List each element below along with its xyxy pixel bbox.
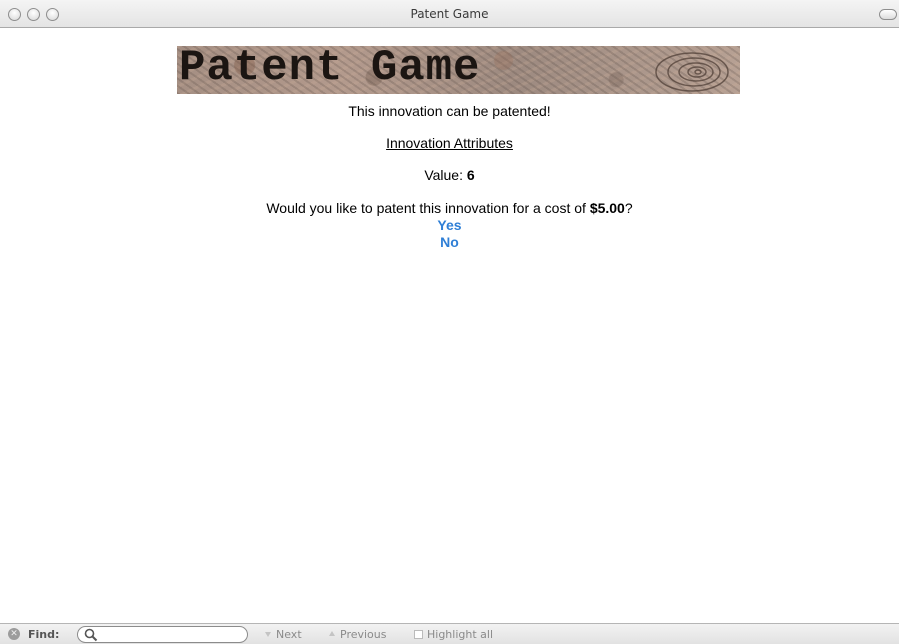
question-prefix: Would you like to patent this innovation… xyxy=(266,200,590,216)
spiral-decoration-icon xyxy=(655,52,729,92)
highlight-all-toggle[interactable]: Highlight all xyxy=(414,628,493,641)
no-link[interactable]: No xyxy=(0,234,899,250)
find-next-label: Next xyxy=(276,628,302,641)
value-number: 6 xyxy=(466,167,475,183)
find-previous-label: Previous xyxy=(340,628,387,641)
banner-title: Patent Game xyxy=(179,46,481,93)
close-find-bar-icon[interactable]: ✕ xyxy=(8,628,20,640)
arrow-up-icon xyxy=(329,631,335,636)
page-content: Patent Game This innovation can be paten… xyxy=(0,29,899,622)
patent-question: Would you like to patent this innovation… xyxy=(0,200,899,216)
find-previous-button[interactable]: Previous xyxy=(327,628,387,641)
cost-value: $5.00 xyxy=(589,200,625,216)
window-titlebar: Patent Game xyxy=(0,0,899,28)
window-title: Patent Game xyxy=(410,7,489,21)
value-line: Value: 6 xyxy=(0,167,899,183)
arrow-down-icon xyxy=(265,632,271,637)
banner-image: Patent Game xyxy=(177,46,740,94)
find-label: Find: xyxy=(28,628,60,641)
search-icon xyxy=(84,628,98,642)
yes-link[interactable]: Yes xyxy=(0,217,899,233)
find-bar: ✕ Find: Next Previous Highlight all xyxy=(0,623,899,644)
question-suffix: ? xyxy=(624,200,633,216)
innovation-attributes-link[interactable]: Innovation Attributes xyxy=(0,135,899,151)
highlight-all-label: Highlight all xyxy=(427,628,494,641)
find-search-input[interactable] xyxy=(77,626,248,643)
value-label: Value: xyxy=(424,167,467,183)
status-message: This innovation can be patented! xyxy=(348,103,551,119)
highlight-all-checkbox[interactable] xyxy=(414,630,423,639)
find-next-button[interactable]: Next xyxy=(263,628,302,641)
toolbar-toggle-button[interactable] xyxy=(879,9,897,20)
